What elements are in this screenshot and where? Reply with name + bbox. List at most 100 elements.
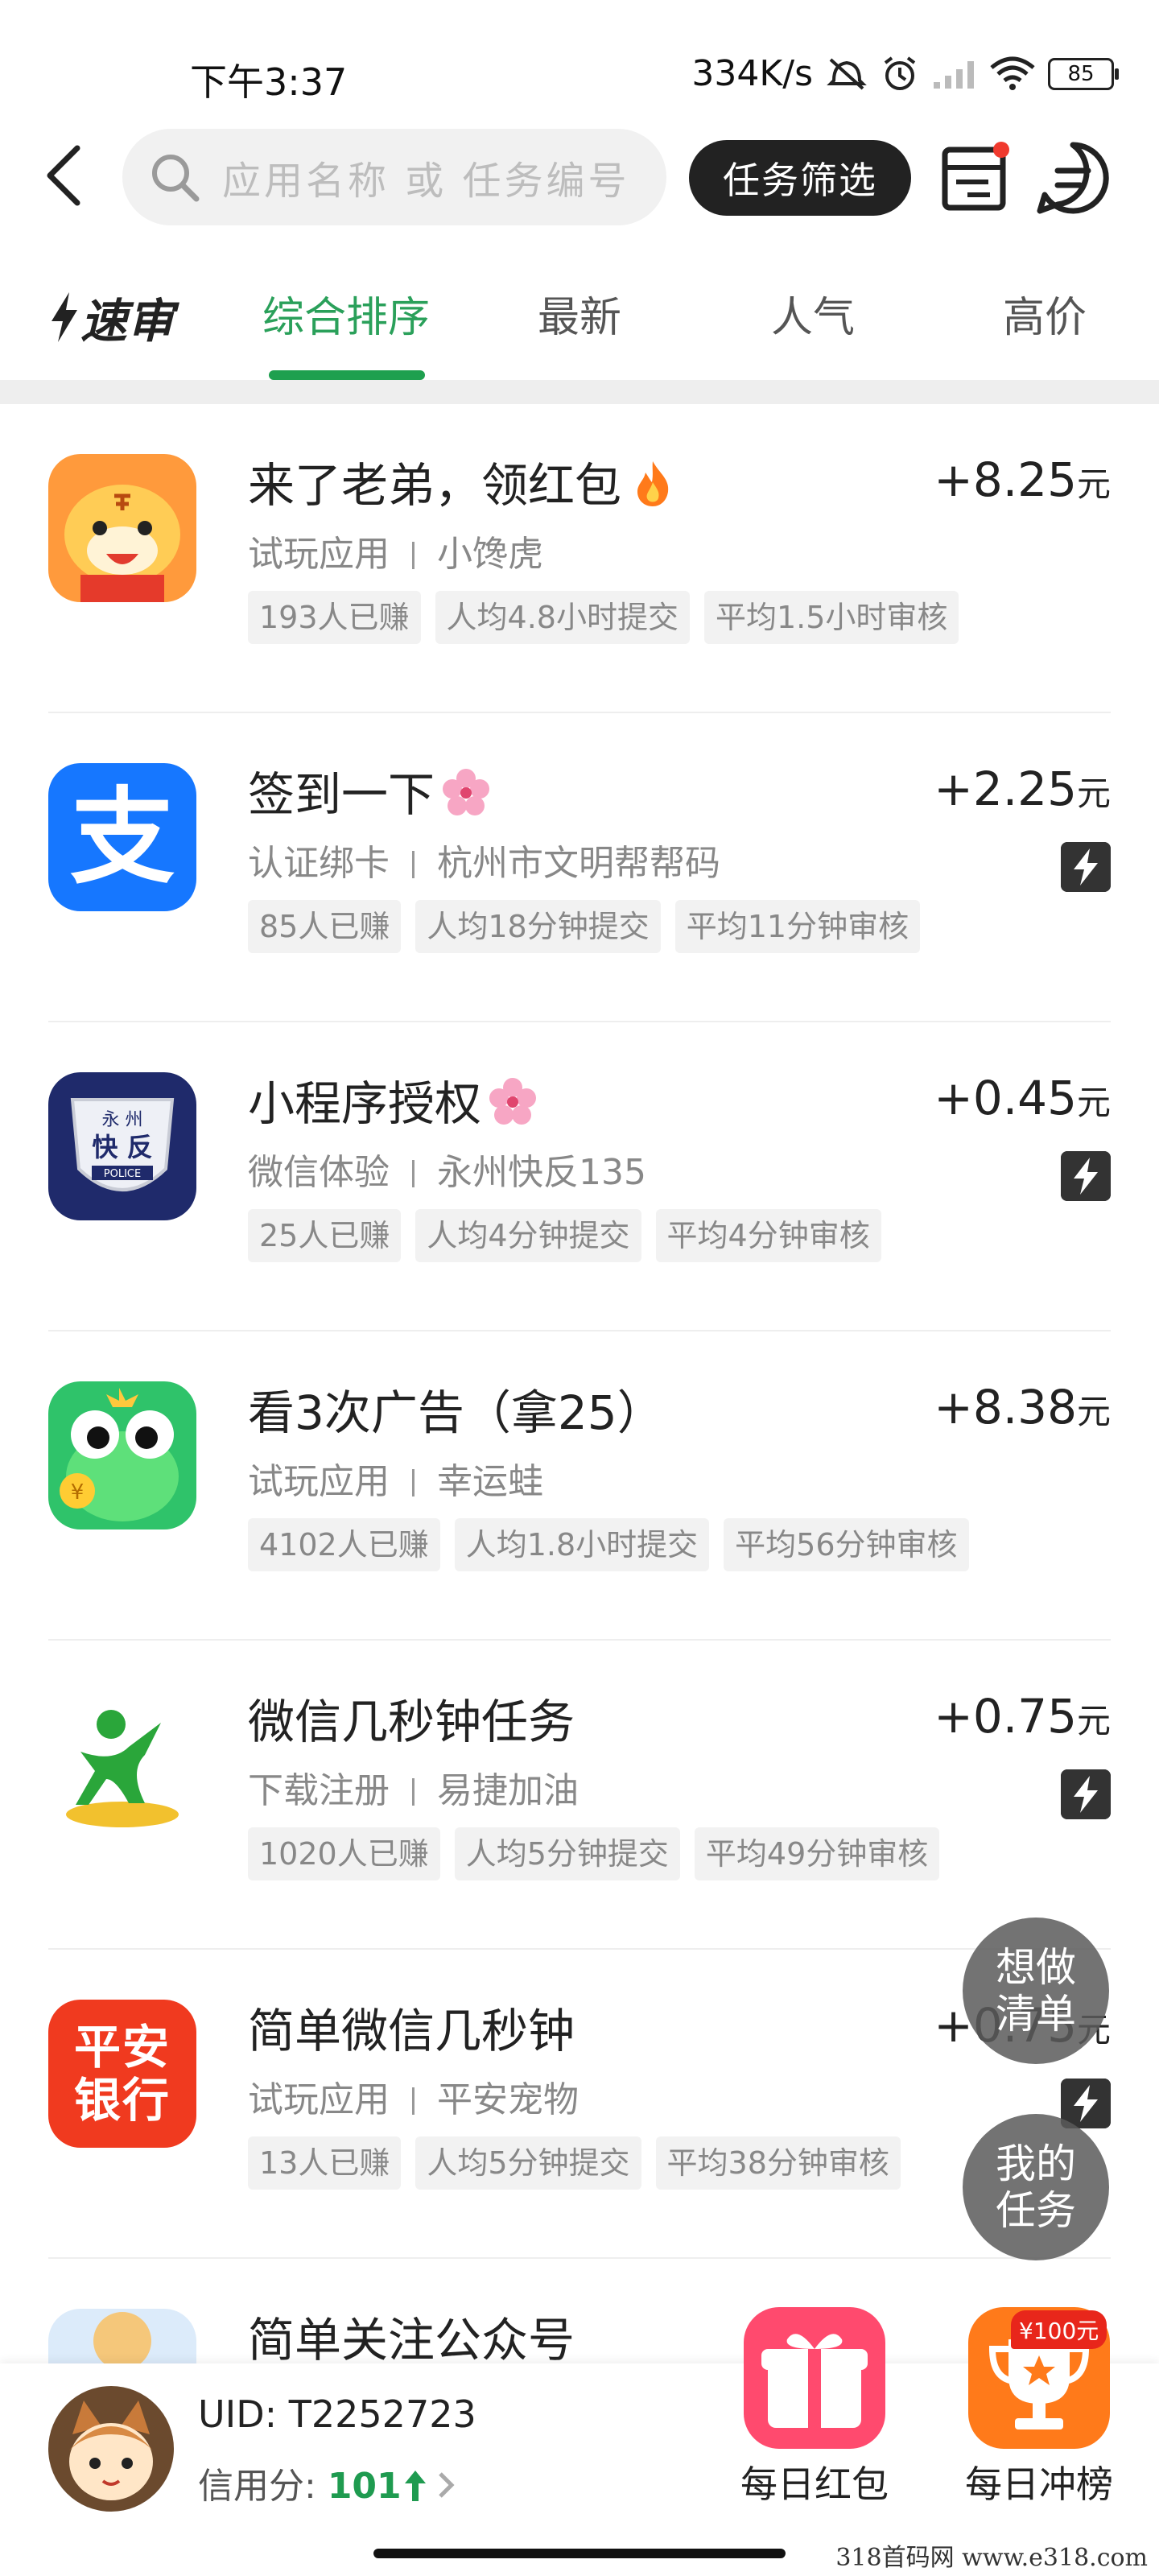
task-list-icon[interactable] [940,142,1011,213]
task-title: 简单关注公众号 [248,2313,575,2363]
daily-redpack-label: 每日红包 [740,2462,889,2506]
svg-text:快 反: 快 反 [92,1132,152,1162]
police-badge-app-icon: 永 州 快 反 POLICE [48,1072,196,1220]
task-item[interactable]: 永 州 快 反 POLICE 小程序授权 微信体验 永州快反135 25人已赚 人… [48,1022,1111,1331]
search-input[interactable]: 应用名称 或 任务编号 [122,129,666,225]
task-subtitle: 试玩应用 幸运蛙 [248,1461,543,1502]
submit-time-tag: 人均5分钟提交 [415,2136,641,2190]
task-tags: 85人已赚 人均18分钟提交 平均11分钟审核 [248,900,921,953]
signal-icon [934,60,974,89]
daily-rank-label: 每日冲榜 [965,2462,1113,2506]
task-item[interactable]: 支 签到一下 认证绑卡 杭州市文明帮帮码 85人已赚 人均18分钟提交 平均11分… [48,713,1111,1022]
review-time-tag: 平均56分钟审核 [724,1518,969,1571]
status-icons: 334K/s 85 [691,53,1119,94]
rank-reward-badge: ¥100元 [1011,2310,1107,2349]
submit-time-tag: 人均4分钟提交 [415,1209,641,1262]
watermark: 318首码网 www.e318.com [835,2544,1148,2572]
chevron-right-icon [438,2472,455,2498]
section-divider [0,380,1159,404]
frog-app-icon: ¥ [48,1381,196,1530]
pingan-logo-line: 平安 [73,2020,171,2074]
task-subtitle: 下载注册 易捷加油 [248,1770,579,1811]
notification-dot [993,142,1009,158]
tiger-app-icon [48,454,196,602]
partial-app-icon [48,2309,196,2363]
credit-value: 101 [327,2466,402,2507]
wifi-icon [990,56,1035,90]
task-item[interactable]: ¥ 看3次广告（拿25） 试玩应用 幸运蛙 4102人已赚 人均1.8小时提交 平… [48,1331,1111,1641]
task-tags: 193人已赚 人均4.8小时提交 平均1.5小时审核 [248,591,959,644]
search-icon [152,155,200,202]
alarm-icon [884,56,916,90]
my-tasks-label: 我的任务 [996,2140,1076,2234]
mute-icon [827,58,867,89]
up-arrow-icon [404,2471,426,2501]
task-reward: +0.45元 [934,1071,1111,1125]
task-reward: +0.75元 [934,1689,1111,1744]
home-indicator[interactable] [373,2549,786,2558]
fast-review-icon [1061,1151,1111,1201]
my-tasks-float-button[interactable]: 我的任务 [963,2114,1109,2260]
task-tags: 1020人已赚 人均5分钟提交 平均49分钟审核 [248,1827,940,1880]
submit-time-tag: 人均4.8小时提交 [435,591,690,644]
task-item[interactable]: 简单关注公众号 + [48,2259,1111,2363]
tab-high-price[interactable]: 高价 [1003,283,1087,344]
fast-review-icon [1061,842,1111,892]
task-tags: 4102人已赚 人均1.8小时提交 平均56分钟审核 [248,1518,969,1571]
wish-list-label: 想做清单 [996,1944,1076,2037]
review-time-tag: 平均11分钟审核 [674,900,921,953]
daily-rank-button[interactable]: ¥100元 每日冲榜 [955,2304,1124,2508]
task-subtitle: 试玩应用 小馋虎 [248,534,543,575]
task-title: 看3次广告（拿25） [248,1385,664,1440]
credit-score[interactable]: 信用分: 101 [198,2457,458,2508]
submit-time-tag: 人均1.8小时提交 [454,1518,710,1571]
pingan-bank-app-icon: 平安 银行 [48,2000,196,2148]
daily-redpack-button[interactable]: 每日红包 [734,2304,895,2508]
tab-newest[interactable]: 最新 [538,283,621,344]
fast-review-icon [1061,1769,1111,1819]
task-title: 简单微信几秒钟 [248,2004,575,2058]
wish-list-float-button[interactable]: 想做清单 [963,1918,1109,2064]
task-item[interactable]: 微信几秒钟任务 下载注册 易捷加油 1020人已赚 人均5分钟提交 平均49分钟审… [48,1641,1111,1950]
back-arrow-icon[interactable] [40,142,89,209]
search-placeholder: 应用名称 或 任务编号 [222,159,630,204]
alipay-app-icon: 支 [48,763,196,911]
task-title: 小程序授权 [248,1066,538,1133]
task-tags: 13人已赚 人均5分钟提交 平均38分钟审核 [248,2136,901,2190]
submit-time-tag: 人均5分钟提交 [454,1827,680,1880]
alipay-glyph: 支 [69,776,175,898]
pingan-logo-line: 银行 [73,2073,171,2128]
yijie-app-icon [48,1690,196,1839]
fire-icon [637,461,669,506]
earned-count-tag: 13人已赚 [248,2136,402,2190]
svg-text:¥: ¥ [71,1480,85,1505]
review-time-tag: 平均1.5小时审核 [703,591,959,644]
earned-count-tag: 4102人已赚 [248,1518,440,1571]
task-tags: 25人已赚 人均4分钟提交 平均4分钟审核 [248,1209,881,1262]
lightning-icon [52,292,77,342]
task-title: 来了老弟，领红包 [248,448,678,515]
review-time-tag: 平均4分钟审核 [655,1209,881,1262]
tab-speed-review[interactable]: 速审 [48,283,174,351]
avatar[interactable] [48,2386,174,2512]
earned-count-tag: 1020人已赚 [248,1827,440,1880]
network-speed: 334K/s [691,53,813,94]
battery-icon: 85 [1048,57,1119,90]
earned-count-tag: 193人已赚 [248,591,421,644]
task-filter-button[interactable]: 任务筛选 [689,140,911,216]
review-time-tag: 平均38分钟审核 [655,2136,901,2190]
review-time-tag: 平均49分钟审核 [694,1827,940,1880]
task-title: 签到一下 [248,757,491,824]
cherry-blossom-icon [489,1078,537,1125]
task-subtitle: 认证绑卡 杭州市文明帮帮码 [248,843,720,884]
tab-popular[interactable]: 人气 [771,283,855,344]
task-item[interactable]: 平安 银行 简单微信几秒钟 试玩应用 平安宠物 13人已赚 人均5分钟提交 平均3… [48,1950,1111,2259]
speed-review-label: 速审 [80,294,175,349]
submit-time-tag: 人均18分钟提交 [415,900,661,953]
task-item[interactable]: 来了老弟，领红包 试玩应用 小馋虎 193人已赚 人均4.8小时提交 平均1.5小… [48,404,1111,713]
earned-count-tag: 25人已赚 [248,1209,402,1262]
user-id: UID: T2252723 [198,2392,476,2436]
message-icon[interactable] [1035,140,1111,216]
credit-label: 信用分: [198,2466,328,2507]
tab-comprehensive[interactable]: 综合排序 [262,283,430,344]
